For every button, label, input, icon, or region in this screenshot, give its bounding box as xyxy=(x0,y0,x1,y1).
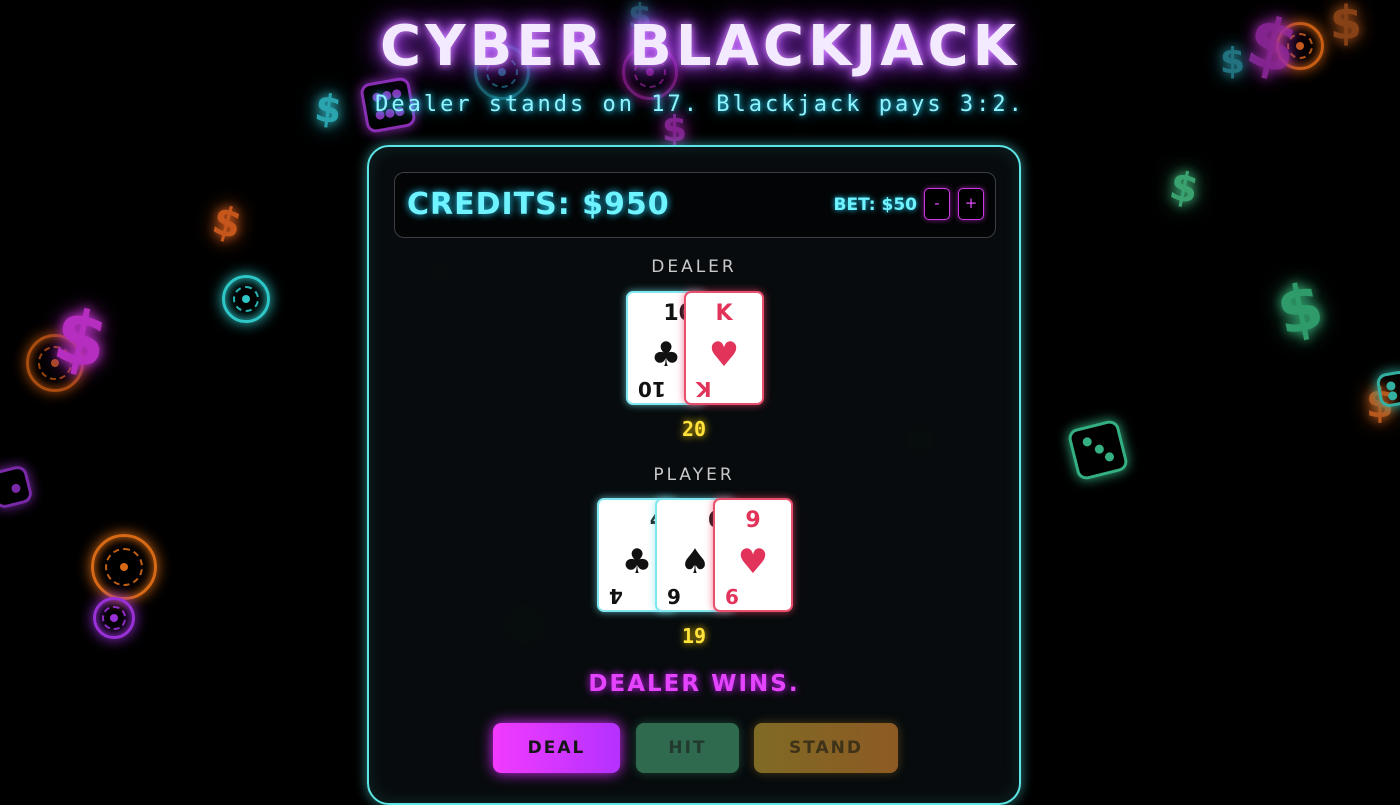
dollar-icon: $ xyxy=(1366,381,1394,427)
credits-display: CREDITS: $950 xyxy=(407,187,670,222)
dealer-card: K ♥ K xyxy=(684,291,764,405)
dollar-icon: $ xyxy=(46,291,115,387)
dice-icon xyxy=(1375,369,1400,409)
heart-suit-icon: ♥ xyxy=(708,335,740,375)
status-bar: CREDITS: $950 BET: $50 - + xyxy=(394,172,996,238)
dollar-icon: $ xyxy=(662,109,688,150)
player-label: PLAYER xyxy=(653,465,735,485)
deal-button[interactable]: DEAL xyxy=(493,723,620,773)
hit-button[interactable]: HIT xyxy=(636,723,739,773)
player-card: 9 ♥ 9 xyxy=(713,498,793,612)
dollar-icon: $ xyxy=(207,197,247,249)
dealer-score: 20 xyxy=(681,417,707,441)
dice-icon xyxy=(1066,418,1130,482)
poker-chip-icon xyxy=(93,597,135,639)
poker-chip-icon xyxy=(222,275,270,323)
poker-chip-icon xyxy=(26,334,84,392)
poker-chip-icon xyxy=(91,534,157,600)
player-score: 19 xyxy=(681,624,707,648)
game-title: CYBER BLACKJACK xyxy=(379,14,1021,79)
bet-display: BET: $50 xyxy=(833,195,917,215)
heart-suit-icon: ♥ xyxy=(737,542,769,582)
card-rank-bottom: K xyxy=(696,377,712,401)
stand-button[interactable]: STAND xyxy=(754,723,898,773)
dollar-icon: $ xyxy=(1270,269,1330,351)
decrease-bet-button[interactable]: - xyxy=(924,188,950,220)
dice-icon xyxy=(0,463,35,511)
card-rank: 9 xyxy=(745,508,761,533)
round-result-message: DEALER WINS. xyxy=(588,671,800,697)
dealer-label: DEALER xyxy=(651,257,737,277)
card-rank-bottom: 10 xyxy=(638,377,666,401)
game-table-panel: CREDITS: $950 BET: $50 - + DEALER 10 ♣ 1… xyxy=(367,145,1021,805)
rules-subtitle: Dealer stands on 17. Blackjack pays 3:2. xyxy=(375,92,1025,117)
card-rank-bottom: 6 xyxy=(667,584,681,608)
increase-bet-button[interactable]: + xyxy=(958,188,984,220)
dollar-icon: $ xyxy=(1165,162,1203,214)
card-rank: K xyxy=(715,301,733,326)
card-rank-bottom: 9 xyxy=(725,584,739,608)
card-rank-bottom: 4 xyxy=(609,584,623,608)
